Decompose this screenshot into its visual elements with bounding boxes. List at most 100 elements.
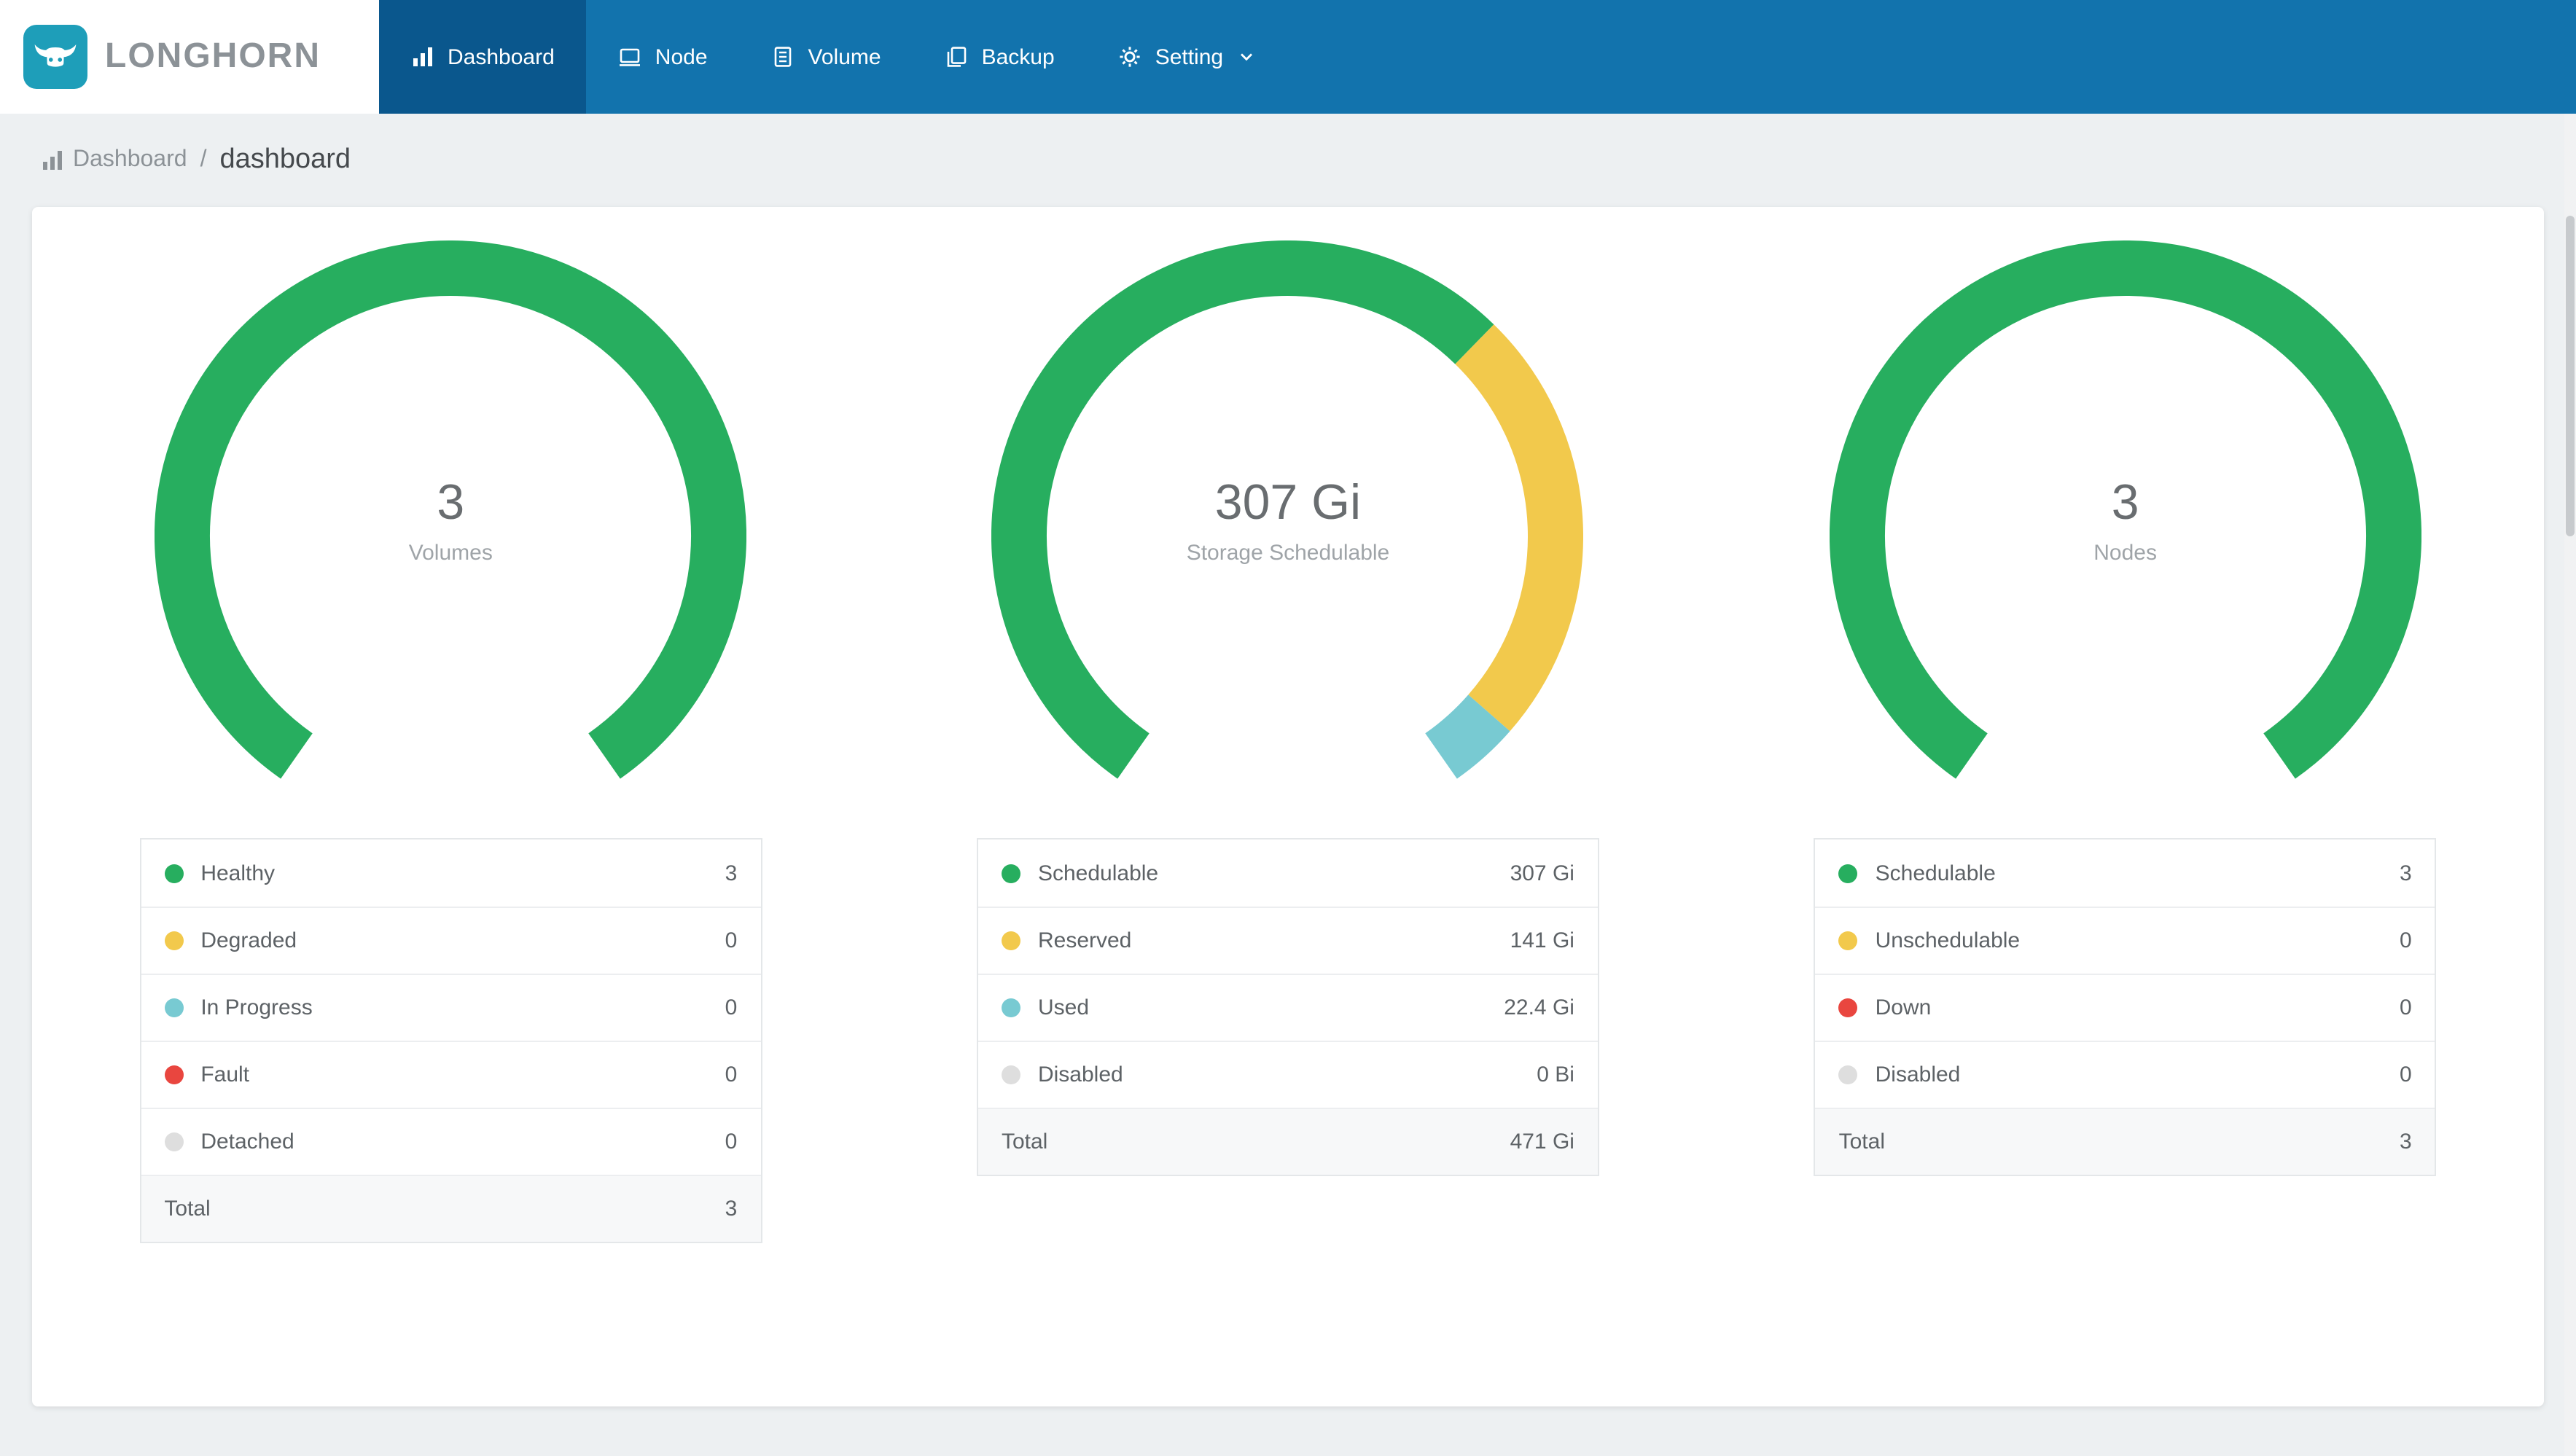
legend-row: Down 0	[1815, 974, 2435, 1041]
legend-total-row: Total 471 Gi	[977, 1108, 1598, 1175]
legend-row: Detached 0	[141, 1108, 761, 1175]
legend-total-value: 3	[725, 1197, 738, 1221]
tab-dashboard[interactable]: Dashboard	[379, 0, 587, 114]
gauge-section: 3 Volumes Healthy 3 Degraded 0 In Progre…	[32, 240, 870, 1406]
gauge-arc	[992, 240, 1584, 779]
legend-label: Schedulable	[1037, 861, 1159, 885]
legend-color-dot	[1001, 998, 1020, 1017]
legend-row: Unschedulable 0	[1815, 907, 2435, 974]
legend-label: Unschedulable	[1875, 928, 2021, 953]
bar-chart-icon	[41, 149, 64, 172]
legend-table: Schedulable 3 Unschedulable 0 Down 0 Dis…	[1814, 838, 2437, 1176]
legend-value: 0	[725, 928, 738, 953]
main-nav: Dashboard Node Volume Backup Setting	[379, 0, 1287, 114]
legend-total-row: Total 3	[1815, 1108, 2435, 1175]
gauge-section: 307 Gi Storage Schedulable Schedulable 3…	[870, 240, 1707, 1406]
legend-value: 0	[725, 1062, 738, 1087]
legend-row: In Progress 0	[141, 974, 761, 1041]
tab-label: Node	[655, 44, 708, 69]
legend-rows: Schedulable 307 Gi Reserved 141 Gi Used …	[977, 839, 1598, 1108]
legend-total-row: Total 3	[141, 1175, 761, 1242]
legend-label: Healthy	[200, 861, 276, 885]
legend-rows: Schedulable 3 Unschedulable 0 Down 0 Dis…	[1815, 839, 2435, 1108]
legend-color-dot	[1001, 864, 1020, 882]
scrollbar-track	[2564, 114, 2576, 1456]
legend-color-dot	[1001, 931, 1020, 950]
legend-table: Schedulable 307 Gi Reserved 141 Gi Used …	[976, 838, 1599, 1176]
legend-value: 0	[2399, 1062, 2412, 1087]
legend-color-dot	[164, 1065, 184, 1084]
backup-icon	[945, 45, 969, 69]
legend-value: 0	[725, 995, 738, 1020]
legend-value: 22.4 Gi	[1504, 995, 1574, 1020]
legend-color-dot	[1001, 1065, 1020, 1084]
legend-row: Fault 0	[141, 1041, 761, 1108]
tab-volume[interactable]: Volume	[740, 0, 913, 114]
tab-setting[interactable]: Setting	[1087, 0, 1287, 114]
gauge-arc	[155, 240, 747, 779]
legend-value: 307 Gi	[1510, 861, 1574, 885]
legend-color-dot	[164, 864, 184, 882]
legend-color-dot	[1838, 1065, 1858, 1084]
legend-label: Degraded	[200, 928, 297, 953]
tab-label: Setting	[1155, 44, 1224, 69]
tab-label: Dashboard	[448, 44, 555, 69]
legend-value: 3	[725, 861, 738, 885]
legend-label: Fault	[200, 1062, 250, 1087]
logo[interactable]: LONGHORN	[0, 0, 379, 114]
legend-row: Reserved 141 Gi	[977, 907, 1598, 974]
legend-total-value: 3	[2399, 1130, 2412, 1154]
legend-label: Disabled	[1037, 1062, 1123, 1087]
legend-label: Schedulable	[1875, 861, 1996, 885]
top-navbar: LONGHORN Dashboard Node Volume Backup Settin…	[0, 0, 2576, 114]
legend-label: Disabled	[1875, 1062, 1961, 1087]
longhorn-app: LONGHORN Dashboard Node Volume Backup Settin…	[0, 0, 2576, 1456]
legend-total-value: 471 Gi	[1510, 1130, 1574, 1154]
legend-row: Schedulable 307 Gi	[978, 839, 1598, 907]
gauge-section: 3 Nodes Schedulable 3 Unschedulable 0 Do…	[1706, 240, 2544, 1406]
donut-gauge: 3 Nodes	[1829, 240, 2421, 832]
legend-value: 0	[725, 1130, 738, 1154]
donut-gauge: 3 Volumes	[155, 240, 747, 832]
legend-row: Used 22.4 Gi	[977, 974, 1598, 1041]
longhorn-bull-icon	[23, 25, 87, 89]
tab-label: Volume	[808, 44, 881, 69]
legend-value: 0	[2399, 995, 2412, 1020]
legend-total-label: Total	[1001, 1130, 1048, 1154]
legend-row: Schedulable 3	[1816, 839, 2435, 907]
node-icon	[619, 45, 642, 69]
legend-color-dot	[1838, 931, 1858, 950]
legend-color-dot	[164, 1132, 184, 1151]
legend-value: 141 Gi	[1510, 928, 1574, 953]
volume-icon	[772, 45, 795, 69]
legend-label: Reserved	[1037, 928, 1132, 953]
legend-label: Down	[1875, 995, 1932, 1020]
tab-backup[interactable]: Backup	[913, 0, 1087, 114]
legend-row: Healthy 3	[141, 839, 760, 907]
legend-color-dot	[1838, 864, 1858, 882]
tab-node[interactable]: Node	[587, 0, 740, 114]
breadcrumb-section[interactable]: Dashboard	[73, 147, 187, 173]
scrollbar-thumb[interactable]	[2566, 216, 2575, 536]
legend-table: Healthy 3 Degraded 0 In Progress 0 Fault…	[139, 838, 762, 1243]
legend-total-label: Total	[164, 1197, 211, 1221]
chevron-down-icon	[1238, 48, 1255, 66]
legend-row: Disabled 0 Bi	[977, 1041, 1598, 1108]
legend-value: 0	[2399, 928, 2412, 953]
gauge-arc	[1829, 240, 2421, 779]
breadcrumb: Dashboard / dashboard	[0, 114, 2576, 207]
brand-name: LONGHORN	[105, 36, 321, 76]
legend-row: Degraded 0	[141, 907, 761, 974]
dashboard-card: 3 Volumes Healthy 3 Degraded 0 In Progre…	[32, 207, 2544, 1406]
legend-label: Detached	[200, 1130, 294, 1154]
legend-label: In Progress	[200, 995, 313, 1020]
legend-value: 0 Bi	[1537, 1062, 1574, 1087]
breadcrumb-separator: /	[200, 147, 207, 172]
legend-color-dot	[164, 931, 184, 950]
legend-color-dot	[1838, 998, 1858, 1017]
legend-color-dot	[164, 998, 184, 1017]
legend-rows: Healthy 3 Degraded 0 In Progress 0 Fault…	[141, 839, 761, 1175]
bar-chart-icon	[411, 45, 434, 69]
legend-value: 3	[2399, 861, 2412, 885]
gear-icon	[1119, 45, 1142, 69]
